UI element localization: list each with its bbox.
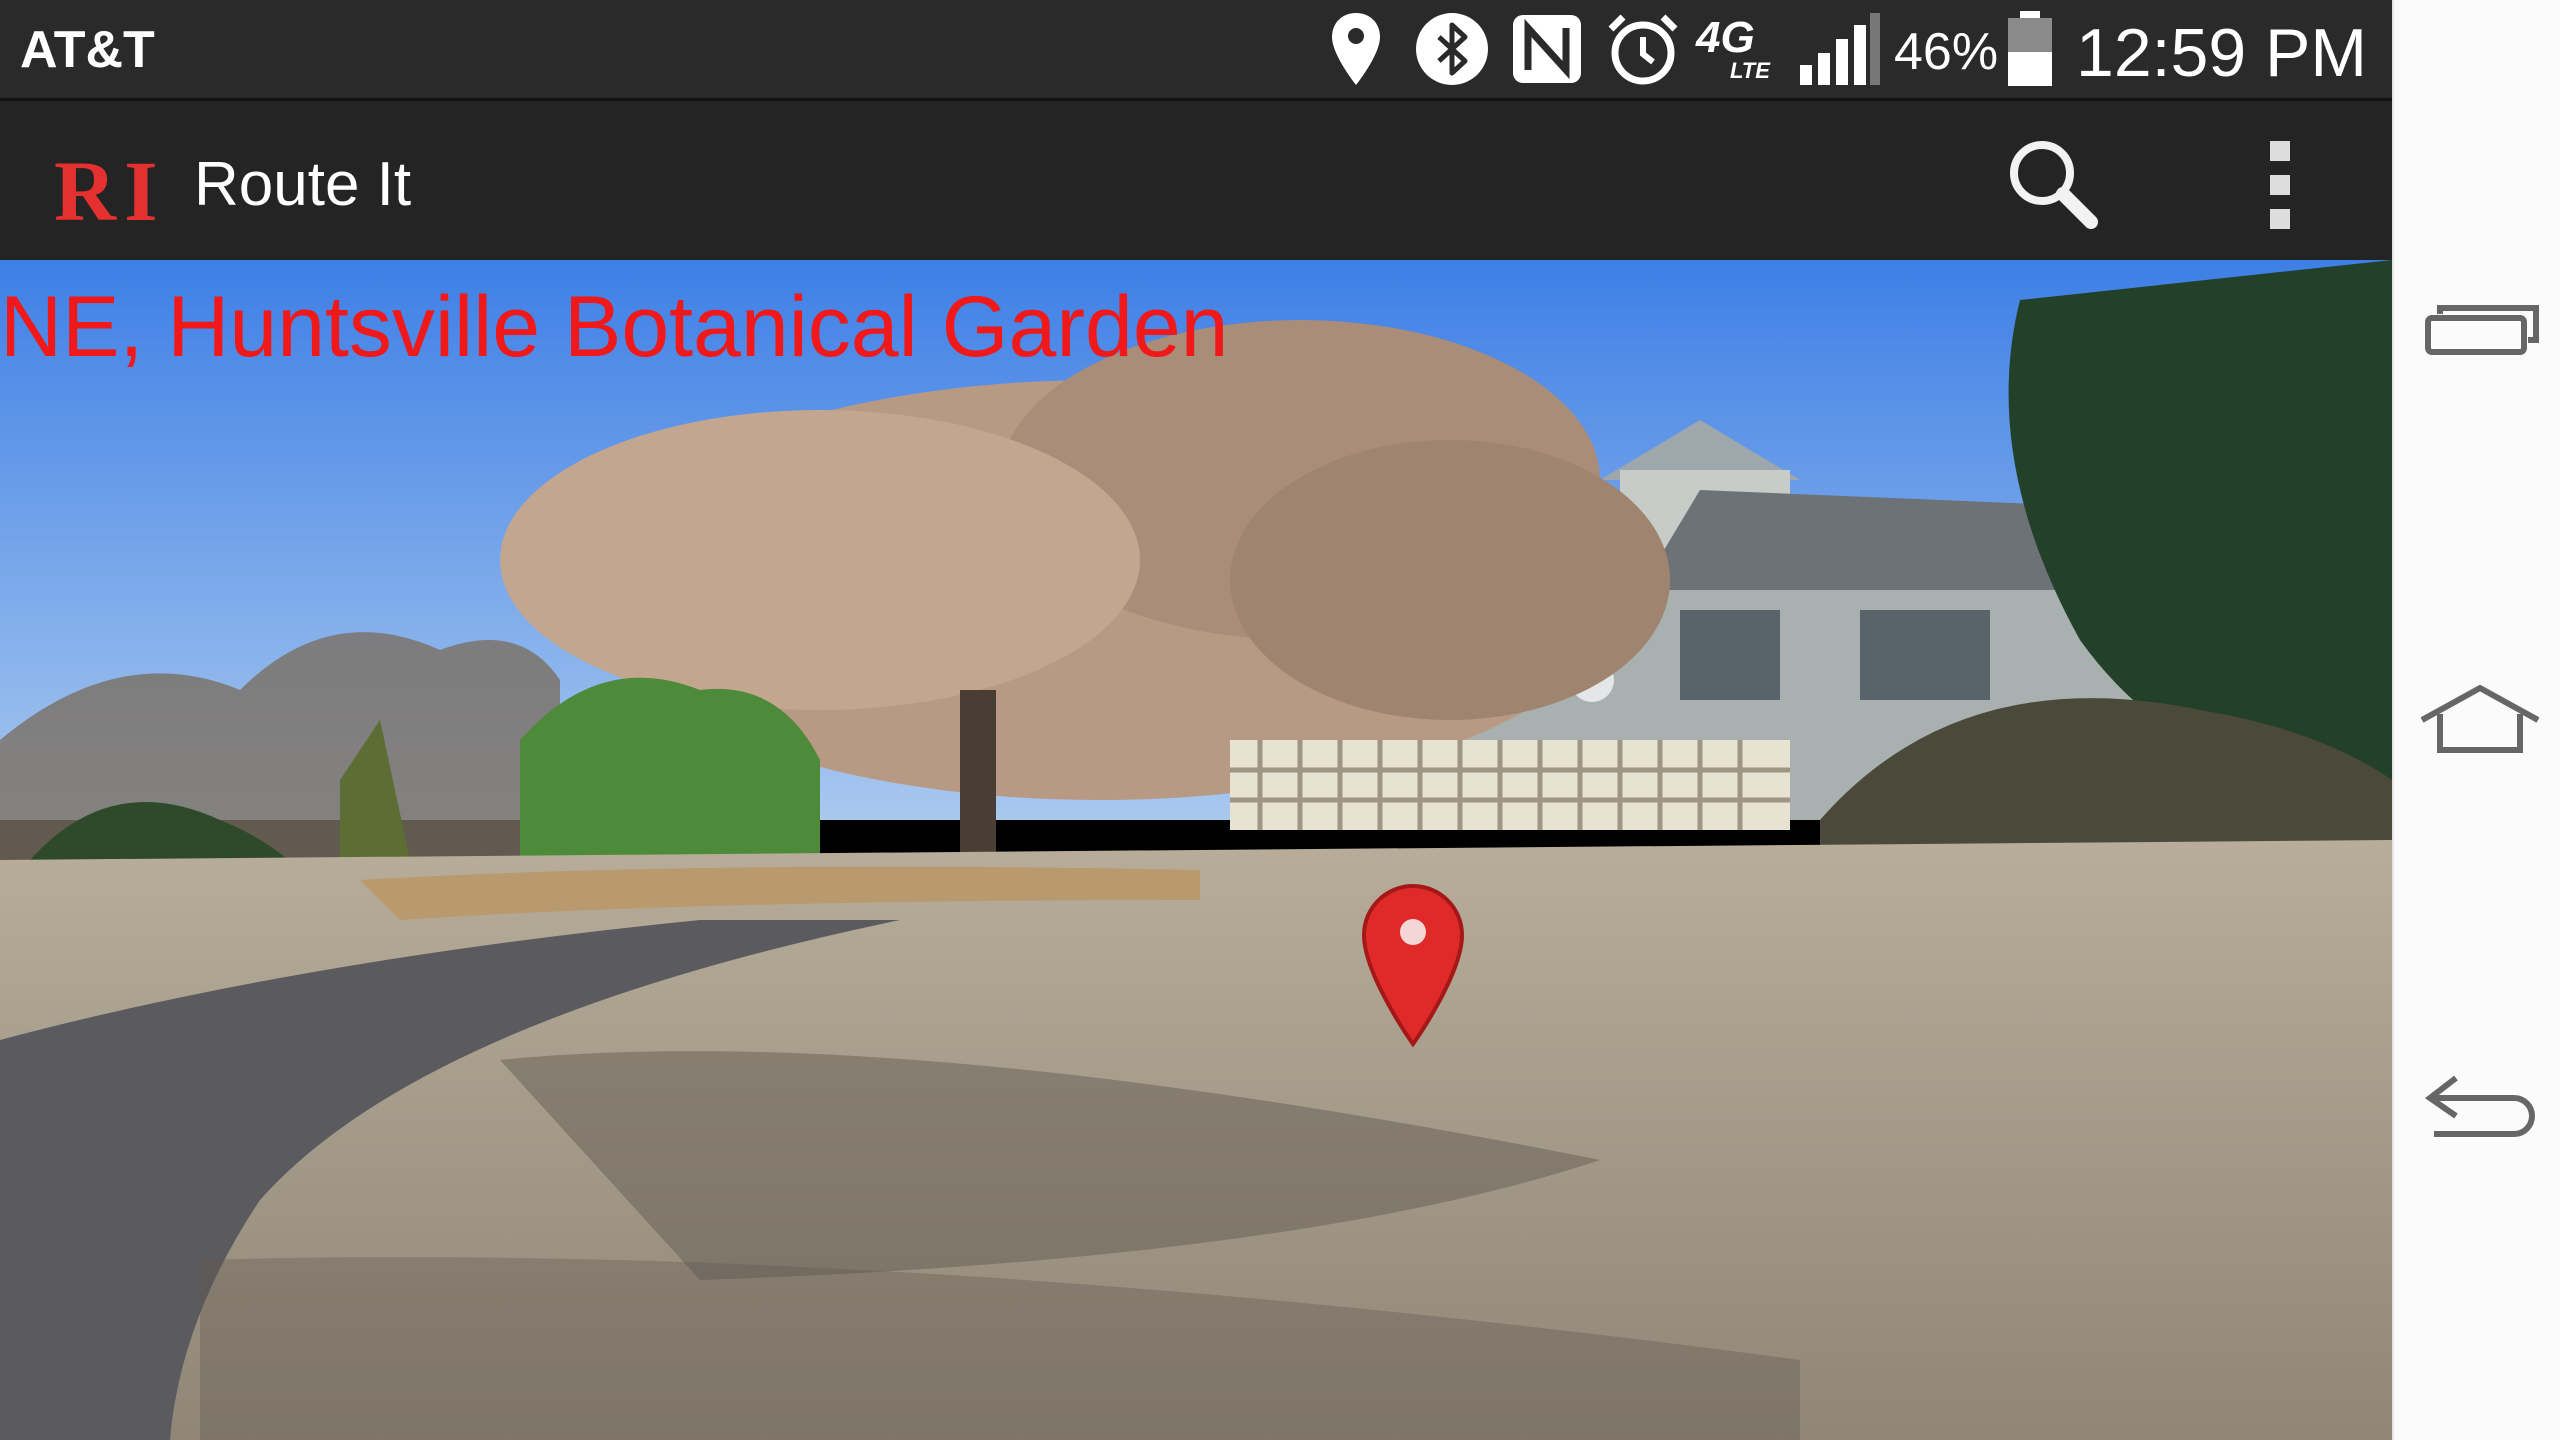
location-icon — [1326, 10, 1386, 88]
ar-location-marker[interactable] — [1360, 882, 1466, 1048]
back-button[interactable] — [2420, 1070, 2540, 1150]
recent-apps-icon — [2425, 305, 2539, 355]
status-bar: AT&T 4G LTE 46% 12:59 PM — [0, 0, 2392, 98]
home-icon — [2420, 684, 2540, 753]
carrier-name: AT&T — [20, 21, 155, 79]
camera-view[interactable]: NE, Huntsville Botanical Garden — [0, 260, 2392, 1440]
system-nav-bar — [2392, 0, 2560, 1440]
battery-percent: 46% — [1894, 23, 1999, 81]
4g-lte-icon: 4G LTE — [1696, 13, 1770, 83]
app-title: Route It — [194, 150, 412, 219]
home-button[interactable] — [2420, 680, 2540, 760]
clock: 12:59 PM — [2076, 15, 2368, 91]
phone-screen: AT&T 4G LTE 46% 12:59 PM RI Route It NE,… — [0, 0, 2392, 1440]
recent-apps-button[interactable] — [2420, 292, 2540, 372]
search-icon — [2010, 141, 2098, 229]
nfc-icon — [1510, 10, 1584, 88]
search-button[interactable] — [2002, 133, 2102, 233]
app-logo: RI — [54, 143, 166, 239]
app-action-bar: RI Route It — [0, 98, 2392, 260]
map-pin-icon — [1361, 883, 1465, 1048]
ar-location-label: NE, Huntsville Botanical Garden — [0, 279, 1229, 375]
alarm-icon — [1604, 10, 1682, 88]
overflow-menu-icon — [2270, 141, 2290, 229]
back-icon — [2424, 1075, 2535, 1137]
signal-icon — [1798, 10, 1882, 88]
battery-icon — [2004, 10, 2056, 88]
overflow-menu-button[interactable] — [2256, 137, 2304, 233]
bluetooth-icon — [1412, 10, 1492, 88]
camera-scene — [0, 260, 2392, 1440]
